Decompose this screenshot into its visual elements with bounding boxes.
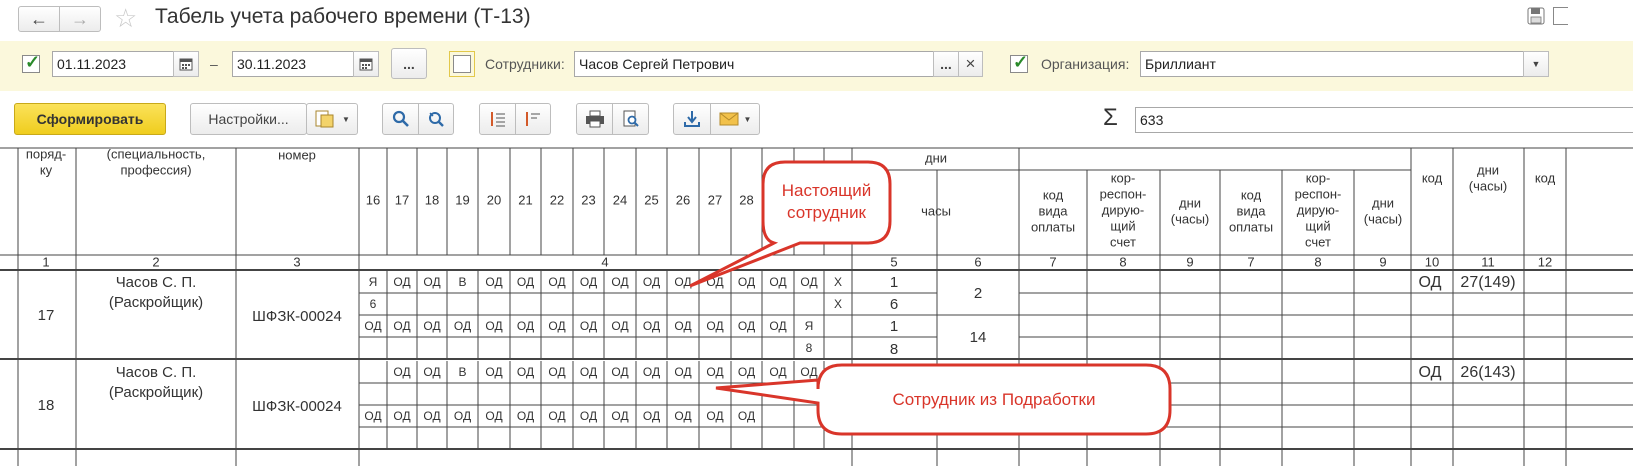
callout-real-employee-text: Настоящий сотрудник bbox=[781, 181, 872, 222]
callout-side-employee-text: Сотрудник из Подработки bbox=[892, 390, 1096, 409]
callout-bubbles bbox=[689, 160, 1172, 436]
